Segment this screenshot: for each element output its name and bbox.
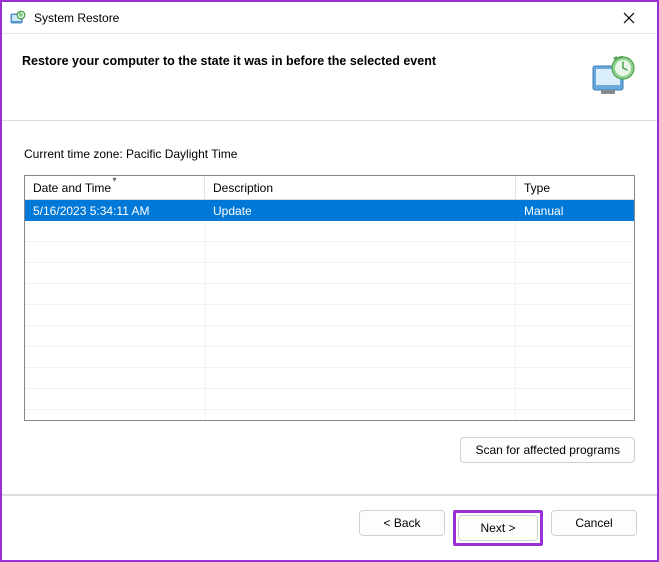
scan-affected-programs-button[interactable]: Scan for affected programs	[460, 437, 635, 463]
cell-datetime: 5/16/2023 5:34:11 AM	[25, 202, 205, 220]
window-title: System Restore	[34, 11, 609, 25]
table-body: 5/16/2023 5:34:11 AM Update Manual	[25, 200, 634, 420]
cell-description: Update	[205, 202, 516, 220]
restore-points-table: ▾ Date and Time Description Type 5/16/20…	[24, 175, 635, 421]
system-restore-large-icon	[589, 52, 637, 100]
back-button[interactable]: < Back	[359, 510, 445, 536]
system-restore-icon	[10, 10, 26, 26]
page-title: Restore your computer to the state it wa…	[22, 52, 436, 68]
wizard-header: Restore your computer to the state it wa…	[2, 34, 657, 120]
table-row[interactable]: 5/16/2023 5:34:11 AM Update Manual	[25, 200, 634, 221]
wizard-footer: < Back Next > Cancel	[2, 495, 657, 560]
next-button-highlight: Next >	[453, 510, 543, 546]
sort-descending-icon: ▾	[112, 175, 116, 184]
cell-type: Manual	[516, 202, 634, 220]
timezone-label: Current time zone: Pacific Daylight Time	[24, 147, 635, 161]
table-header: ▾ Date and Time Description Type	[25, 176, 634, 200]
content-area: Current time zone: Pacific Daylight Time…	[2, 121, 657, 494]
column-date-time[interactable]: ▾ Date and Time	[25, 176, 205, 199]
close-button[interactable]	[609, 4, 649, 32]
column-type[interactable]: Type	[516, 176, 634, 199]
titlebar: System Restore	[2, 2, 657, 34]
next-button[interactable]: Next >	[458, 515, 538, 541]
cancel-button[interactable]: Cancel	[551, 510, 637, 536]
column-description[interactable]: Description	[205, 176, 516, 199]
scan-row: Scan for affected programs	[24, 437, 635, 463]
